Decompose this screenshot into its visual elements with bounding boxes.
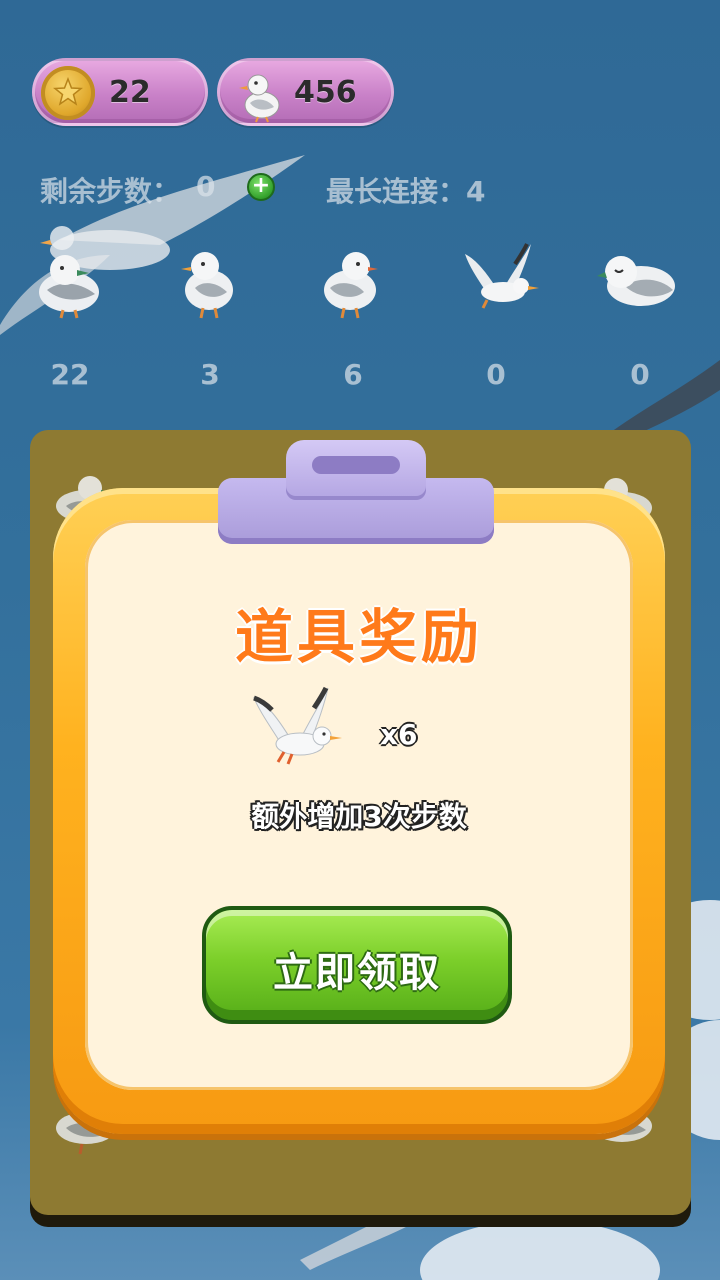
plus-icon: +: [251, 173, 271, 198]
clipboard-clip-hole: [312, 456, 400, 474]
remaining-steps-value: 0: [196, 170, 216, 203]
bird-count-4: 0: [486, 358, 506, 391]
reward-description: 额外增加3次步数: [251, 800, 467, 833]
longest-connection-label: 最长连接：4: [326, 175, 486, 208]
coin-count: 22: [109, 75, 151, 110]
bird-count-5: 0: [630, 358, 650, 391]
bird-count-3: 6: [343, 358, 363, 391]
seagull-standing-icon: [324, 252, 378, 319]
coin-counter[interactable]: 22: [32, 58, 208, 126]
add-steps-button[interactable]: +: [247, 173, 275, 201]
seagull-standing-icon: [39, 255, 99, 319]
gull-count: 456: [294, 75, 357, 110]
remaining-steps-label: 剩余步数：: [40, 175, 181, 208]
seagull-flying-icon: [465, 243, 539, 309]
seagull-standing-icon: [181, 252, 233, 319]
bird-count-2: 3: [200, 358, 220, 391]
bird-count-1: 22: [50, 358, 90, 391]
claim-now-label: 立即领取: [273, 950, 441, 996]
flying-seagull-icon: [253, 686, 342, 765]
cloud: [420, 1220, 660, 1280]
star-coin-icon: [41, 66, 95, 120]
seagull-sleeping-icon: [597, 256, 675, 306]
gull-counter[interactable]: 456: [217, 58, 394, 126]
longest-connection-value: 4: [466, 175, 486, 208]
reward-quantity: x6: [380, 718, 418, 751]
popup-title: 道具奖励: [234, 603, 483, 671]
claim-now-button[interactable]: 立即领取: [202, 906, 512, 1024]
game-screen: 22 456 剩余步数： 0 + 最长连接：4 22 3 6 0 0 道具奖励 …: [0, 0, 720, 1280]
seagull-icon: [239, 74, 280, 123]
